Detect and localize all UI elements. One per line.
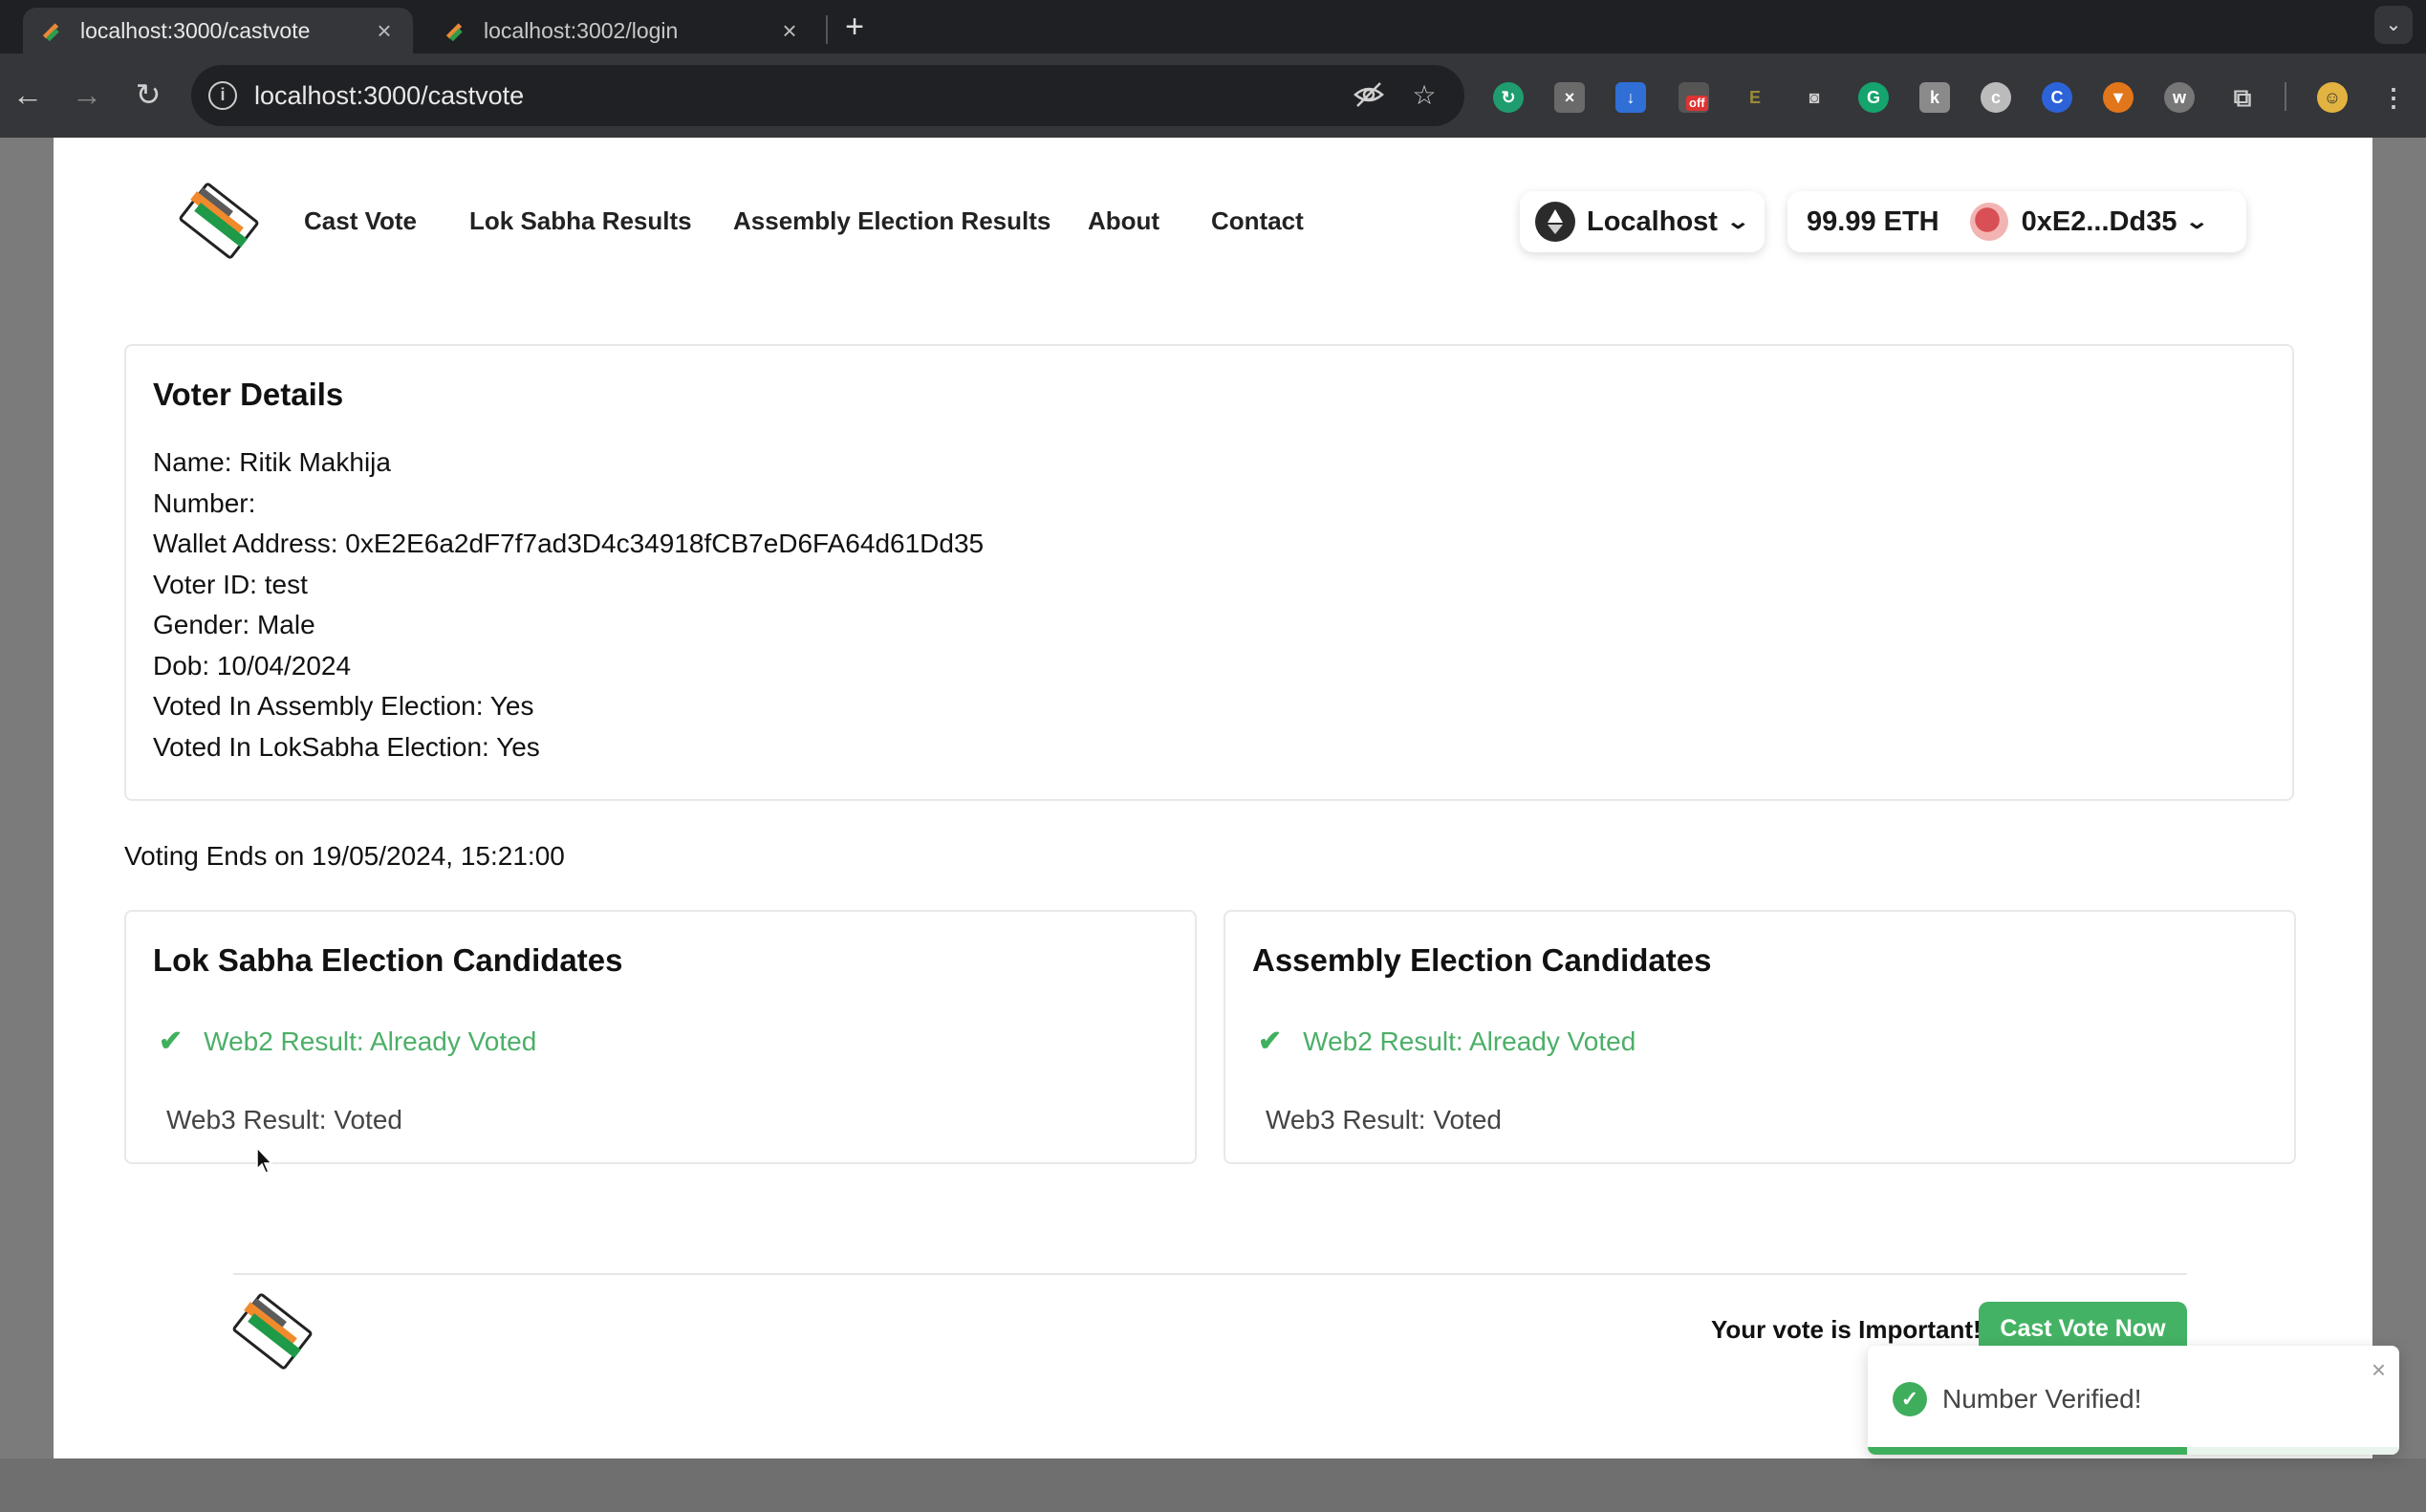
toolbar-separator	[2285, 82, 2286, 111]
extension-close-icon[interactable]: ×	[1554, 82, 1585, 113]
extension-circle-icon[interactable]: c	[1981, 82, 2011, 113]
account-button[interactable]: 99.99 ETH 0xE2...Dd35 ⌄	[1787, 191, 2246, 252]
extensions-puzzle-icon[interactable]: ⧉	[2227, 82, 2258, 113]
browser-menu-icon[interactable]: ⋮	[2378, 82, 2409, 113]
checkmark-icon: ✔	[159, 1026, 184, 1057]
voter-id: Voter ID: test	[153, 570, 308, 599]
footer-divider	[233, 1273, 2187, 1275]
web2-result-status: ✔ Web2 Result: Already Voted	[1258, 1025, 1635, 1058]
browser-tab-strip: localhost:3000/castvote × localhost:3002…	[0, 0, 2426, 54]
eth-balance: 99.99 ETH	[1807, 205, 1939, 237]
voter-name: Name: Ritik Makhija	[153, 447, 391, 477]
nav-link-about[interactable]: About	[1088, 206, 1159, 236]
nav-link-assembly-election-results[interactable]: Assembly Election Results	[733, 206, 1051, 236]
profile-avatar-icon[interactable]: ☺	[2317, 82, 2348, 113]
success-check-icon: ✓	[1893, 1382, 1927, 1416]
tab-close-icon[interactable]: ×	[373, 16, 396, 46]
back-arrow-icon[interactable]: ←	[6, 73, 50, 117]
voting-end-time: Voting Ends on 19/05/2024, 15:21:00	[124, 841, 565, 871]
number-verified-toast: ✓ Number Verified! ×	[1868, 1346, 2399, 1455]
new-tab-button[interactable]: +	[837, 8, 872, 46]
toast-progress-track	[1868, 1447, 2399, 1455]
site-info-icon[interactable]: i	[208, 81, 237, 110]
account-avatar	[1969, 203, 2008, 241]
address-url[interactable]: localhost:3000/castvote	[254, 65, 524, 126]
account-address: 0xE2...Dd35	[2021, 205, 2177, 237]
browser-toolbar: ← → ↻ i localhost:3000/castvote ☆ ↻ × ↓ …	[0, 54, 2426, 138]
lok-sabha-candidates-card: Lok Sabha Election Candidates ✔ Web2 Res…	[124, 910, 1197, 1164]
chevron-down-icon: ⌄	[2184, 209, 2210, 233]
footer-election-logo-icon[interactable]	[231, 1290, 314, 1372]
nav-link-lok-sabha-results[interactable]: Lok Sabha Results	[469, 206, 692, 236]
voter-details-heading: Voter Details	[153, 377, 344, 412]
voter-dob: Dob: 10/04/2024	[153, 651, 352, 680]
extension-download-icon[interactable]: ↓	[1615, 82, 1646, 113]
site-favicon-icon	[40, 20, 61, 41]
election-logo-icon[interactable]	[178, 180, 260, 262]
ethereum-icon	[1535, 202, 1575, 242]
web3-result-text: Web3 Result: Voted	[1266, 1105, 1502, 1134]
browser-tab-castvote[interactable]: localhost:3000/castvote ×	[23, 8, 413, 54]
tab-title: localhost:3002/login	[484, 17, 679, 43]
bookmark-star-icon[interactable]: ☆	[1407, 78, 1441, 113]
toast-progress-fill	[1868, 1447, 2187, 1455]
voter-wallet-address: Wallet Address: 0xE2E6a2dF7f7ad3D4c34918…	[153, 529, 985, 558]
web2-result-status: ✔ Web2 Result: Already Voted	[159, 1025, 536, 1058]
extension-camera-icon[interactable]: ◙	[1799, 82, 1830, 113]
network-selector-button[interactable]: Localhost ⌄	[1520, 191, 1765, 252]
footer-vote-note: Your vote is Important!	[1711, 1315, 1982, 1344]
voted-assembly-status: Voted In Assembly Election: Yes	[153, 691, 534, 721]
extension-c-icon[interactable]: C	[2042, 82, 2072, 113]
extension-grammarly-icon[interactable]: G	[1858, 82, 1889, 113]
voter-gender: Gender: Male	[153, 610, 315, 639]
extension-refresh-icon[interactable]: ↻	[1493, 82, 1524, 113]
voter-details-card: Voter Details Name: Ritik Makhija Number…	[124, 344, 2294, 801]
assembly-candidates-card: Assembly Election Candidates ✔ Web2 Resu…	[1224, 910, 2296, 1164]
network-name: Localhost	[1587, 205, 1718, 237]
window-bottom-background	[0, 1458, 2426, 1512]
assembly-candidates-heading: Assembly Election Candidates	[1252, 942, 1712, 978]
extension-metamask-fox-icon[interactable]: ▼	[2103, 82, 2134, 113]
mouse-cursor-icon	[256, 1146, 275, 1176]
browser-tab-login[interactable]: localhost:3002/login ×	[426, 8, 818, 54]
tab-separator	[826, 15, 828, 44]
web3-result-text: Web3 Result: Voted	[166, 1105, 402, 1134]
checkmark-icon: ✔	[1258, 1026, 1283, 1057]
tab-close-icon[interactable]: ×	[778, 16, 801, 46]
web2-result-text: Web2 Result: Already Voted	[1303, 1026, 1636, 1056]
chevron-down-icon: ⌄	[1725, 209, 1751, 233]
eye-off-icon[interactable]	[1352, 78, 1386, 113]
voted-loksabha-status: Voted In LokSabha Election: Yes	[153, 732, 540, 762]
top-navbar: Cast Vote Lok Sabha Results Assembly Ele…	[54, 138, 2372, 306]
tab-title: localhost:3000/castvote	[80, 17, 311, 43]
extension-e-icon[interactable]: E	[1740, 82, 1770, 113]
lok-sabha-candidates-heading: Lok Sabha Election Candidates	[153, 942, 623, 978]
tab-search-chevron-icon[interactable]: ⌄	[2374, 6, 2413, 44]
extension-off-icon[interactable]: off	[1679, 82, 1709, 113]
voter-number: Number:	[153, 488, 256, 518]
web2-result-text: Web2 Result: Already Voted	[204, 1026, 537, 1056]
toast-close-icon[interactable]: ×	[2372, 1355, 2386, 1385]
forward-arrow-icon[interactable]: →	[65, 73, 109, 117]
reload-icon[interactable]: ↻	[126, 73, 170, 117]
extension-web-icon[interactable]: w	[2164, 82, 2195, 113]
toast-message: Number Verified!	[1942, 1384, 2142, 1414]
site-favicon-icon	[444, 20, 465, 41]
nav-link-contact[interactable]: Contact	[1211, 206, 1304, 236]
address-bar[interactable]: i localhost:3000/castvote ☆	[191, 65, 1464, 126]
extension-k-icon[interactable]: k	[1919, 82, 1950, 113]
nav-link-cast-vote[interactable]: Cast Vote	[304, 206, 417, 236]
page-content: Cast Vote Lok Sabha Results Assembly Ele…	[54, 138, 2372, 1458]
